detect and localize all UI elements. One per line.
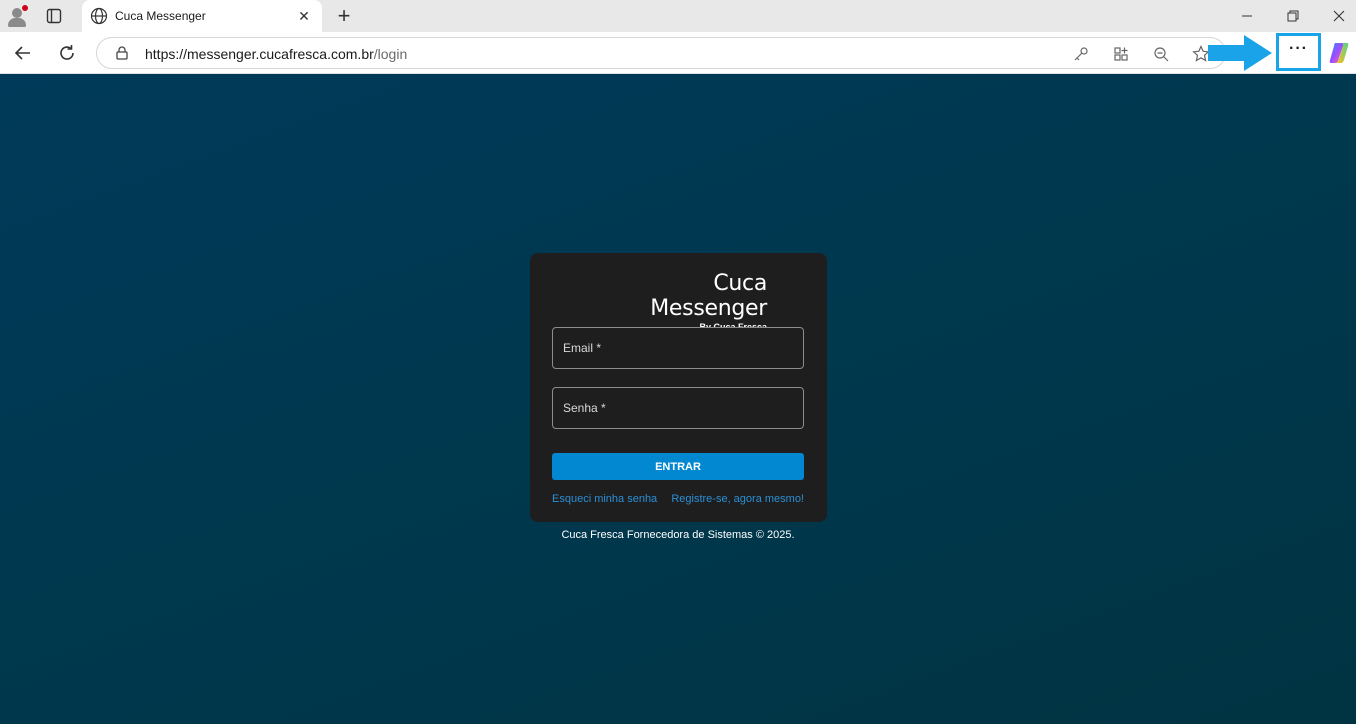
apps-icon[interactable] <box>1111 44 1131 64</box>
restore-icon[interactable] <box>1270 0 1316 32</box>
globe-icon <box>90 7 108 25</box>
login-button[interactable]: ENTRAR <box>552 453 804 480</box>
password-input[interactable] <box>553 388 803 428</box>
zoom-out-icon[interactable] <box>1151 44 1171 64</box>
password-field[interactable]: Senha * <box>552 387 804 429</box>
new-tab-icon[interactable]: + <box>332 3 356 28</box>
profile-icon[interactable] <box>6 5 28 27</box>
close-tab-icon[interactable]: ✕ <box>294 6 314 26</box>
close-window-icon[interactable] <box>1316 0 1356 32</box>
brand-logo: Cuca Messenger By Cuca Fresca <box>592 271 767 332</box>
footer-copyright: Cuca Fresca Fornecedora de Sistemas © 20… <box>561 529 795 541</box>
tab-cuca-messenger[interactable]: Cuca Messenger ✕ <box>82 0 322 32</box>
register-link[interactable]: Registre-se, agora mesmo! <box>671 493 804 505</box>
notification-dot <box>22 5 28 11</box>
copilot-icon[interactable] <box>1327 41 1351 65</box>
login-card: Cuca Messenger By Cuca Fresca Email * Se… <box>530 253 827 522</box>
lock-icon[interactable] <box>115 46 129 60</box>
minimize-icon[interactable] <box>1224 0 1270 32</box>
more-options-button[interactable]: ··· <box>1276 33 1321 71</box>
url-path: /login <box>373 46 408 62</box>
email-field[interactable]: Email * <box>552 327 804 369</box>
url-host: https://messenger.cucafresca.com.br <box>145 46 374 62</box>
tab-actions-icon[interactable] <box>40 4 68 28</box>
browser-toolbar: https://messenger.cucafresca.com.br/logi… <box>0 32 1356 74</box>
address-bar[interactable]: https://messenger.cucafresca.com.br/logi… <box>96 37 1226 69</box>
back-icon[interactable] <box>8 38 38 68</box>
page-viewport: Cuca Messenger By Cuca Fresca Email * Se… <box>0 74 1356 724</box>
email-input[interactable] <box>553 328 803 368</box>
forgot-password-link[interactable]: Esqueci minha senha <box>552 493 657 505</box>
brand-title: Cuca Messenger <box>650 271 767 321</box>
more-icon: ··· <box>1289 40 1308 57</box>
url-text[interactable]: https://messenger.cucafresca.com.br/logi… <box>145 46 407 62</box>
highlight-arrow-icon <box>1208 35 1272 71</box>
key-icon[interactable] <box>1071 44 1091 64</box>
tab-title: Cuca Messenger <box>115 9 206 23</box>
refresh-icon[interactable] <box>52 38 82 68</box>
tab-strip: Cuca Messenger ✕ + <box>0 0 1356 32</box>
